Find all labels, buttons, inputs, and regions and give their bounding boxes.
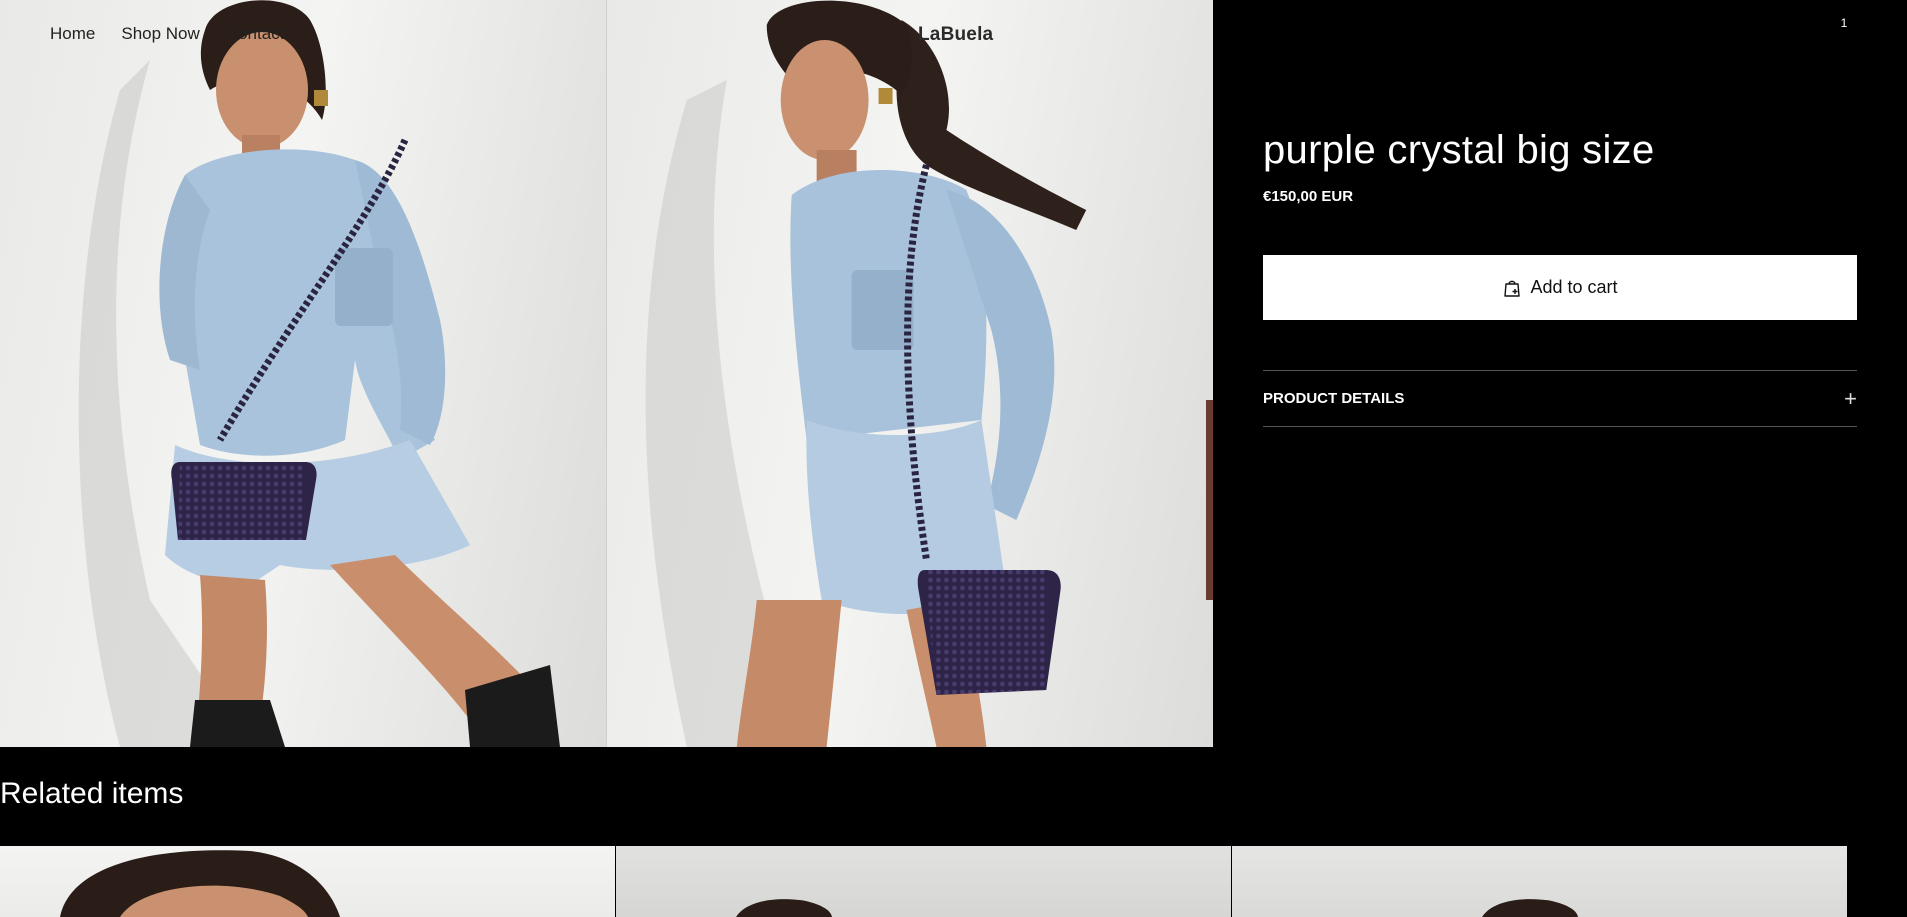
product-image-side[interactable] xyxy=(606,0,1213,747)
product-details-label: PRODUCT DETAILS xyxy=(1263,390,1405,407)
model-photo-side xyxy=(645,0,1213,747)
product-page: Home Shop Now Contact LaBuela 1 purple c… xyxy=(0,0,1907,917)
nav-links: Home Shop Now Contact xyxy=(50,24,284,44)
product-price: €150,00 EUR xyxy=(1263,188,1354,205)
brand-logo[interactable]: LaBuela xyxy=(918,24,993,46)
plus-icon[interactable]: + xyxy=(1844,387,1857,410)
shopping-bag-plus-icon xyxy=(1502,278,1522,298)
product-title: purple crystal big size xyxy=(1263,128,1655,172)
related-item-card[interactable] xyxy=(616,846,1231,917)
model-photo-front xyxy=(78,0,560,747)
nav-link-contact[interactable]: Contact xyxy=(226,24,285,44)
add-to-cart-button[interactable]: Add to cart xyxy=(1263,255,1857,320)
nav-link-shop-now[interactable]: Shop Now xyxy=(121,24,199,44)
product-details-accordion[interactable]: PRODUCT DETAILS + xyxy=(1263,370,1857,427)
cart-count-badge[interactable]: 1 xyxy=(1838,16,1850,30)
related-item-image xyxy=(60,850,340,917)
related-item-card[interactable] xyxy=(0,846,615,917)
product-info: purple crystal big size €150,00 EUR Add … xyxy=(1263,0,1857,747)
related-items-row xyxy=(0,846,1907,917)
related-item-image xyxy=(1482,899,1578,917)
top-nav: Home Shop Now Contact LaBuela 1 xyxy=(0,0,1907,70)
product-image-front[interactable] xyxy=(0,0,606,747)
related-item-card[interactable] xyxy=(1232,846,1847,917)
product-gallery xyxy=(0,0,1213,747)
add-to-cart-label: Add to cart xyxy=(1530,277,1618,297)
related-items-heading: Related items xyxy=(0,777,184,810)
nav-link-home[interactable]: Home xyxy=(50,24,95,44)
related-item-image xyxy=(736,899,832,917)
